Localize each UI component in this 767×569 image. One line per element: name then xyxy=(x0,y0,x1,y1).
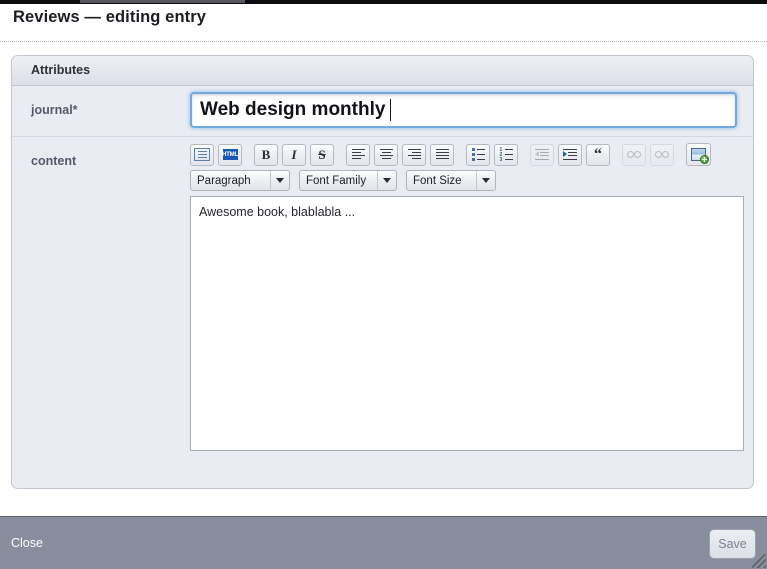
blockquote-icon[interactable]: “ xyxy=(586,143,610,166)
insert-image-icon[interactable] xyxy=(686,143,711,166)
source-view-icon[interactable] xyxy=(190,143,214,166)
bullet-list-glyph xyxy=(471,148,485,161)
outdent-glyph xyxy=(535,149,549,160)
form-row-content: content HTML B I S 1 2 3 “ Paragraph Fon… xyxy=(12,137,753,488)
font-family-select[interactable]: Font Family xyxy=(299,170,397,191)
editor-toolbar-selects: Paragraph Font Family Font Size xyxy=(190,170,744,191)
font-family-value: Font Family xyxy=(306,174,367,187)
chevron-down-icon xyxy=(476,171,495,190)
close-button[interactable]: Close xyxy=(11,536,43,550)
numbered-list-icon[interactable]: 1 2 3 xyxy=(494,143,518,166)
unlink-glyph xyxy=(655,150,669,159)
text-cursor xyxy=(390,99,391,121)
numbered-list-glyph: 1 2 3 xyxy=(499,148,513,163)
align-left-glyph xyxy=(351,149,365,160)
source-view-glyph xyxy=(194,148,210,161)
align-right-glyph xyxy=(407,149,421,160)
indent-icon[interactable] xyxy=(558,143,582,166)
font-size-select[interactable]: Font Size xyxy=(406,170,496,191)
window-chrome-strip xyxy=(0,0,767,4)
blockquote-glyph: “ xyxy=(594,145,602,163)
paragraph-format-select[interactable]: Paragraph xyxy=(190,170,290,191)
content-editor-body[interactable]: Awesome book, blablabla ... xyxy=(190,196,744,451)
form-row-journal: journal* xyxy=(12,86,753,137)
content-field-label: content xyxy=(31,154,77,168)
html-icon[interactable]: HTML xyxy=(218,143,242,166)
align-center-glyph xyxy=(379,149,393,160)
resize-grip[interactable] xyxy=(752,554,766,568)
align-center-icon[interactable] xyxy=(374,143,398,166)
strikethrough-glyph: S xyxy=(318,146,326,162)
paragraph-format-value: Paragraph xyxy=(197,174,251,187)
page-title: Reviews — editing entry xyxy=(13,8,207,26)
strikethrough-icon[interactable]: S xyxy=(310,143,334,166)
journal-input[interactable] xyxy=(190,92,737,128)
italic-glyph: I xyxy=(291,146,297,162)
font-size-value: Font Size xyxy=(413,174,462,187)
dialog-footer: Close Save xyxy=(0,516,767,569)
chevron-down-icon xyxy=(270,171,289,190)
align-left-icon[interactable] xyxy=(346,143,370,166)
attributes-panel-title: Attributes xyxy=(31,63,91,77)
unlink-icon[interactable] xyxy=(650,143,674,166)
indent-glyph xyxy=(563,149,577,160)
html-glyph: HTML xyxy=(222,149,238,160)
insert-image-glyph xyxy=(691,148,709,164)
bullet-list-icon[interactable] xyxy=(466,143,490,166)
align-right-icon[interactable] xyxy=(402,143,426,166)
journal-input-wrapper xyxy=(190,92,737,128)
dialog-body: Attributes journal* content HTML xyxy=(0,42,767,514)
attributes-panel: Attributes journal* content HTML xyxy=(11,55,754,489)
attributes-panel-header: Attributes xyxy=(12,56,753,86)
numbered-list-digit-3: 3 xyxy=(499,157,503,163)
chevron-down-icon xyxy=(377,171,396,190)
italic-icon[interactable]: I xyxy=(282,143,306,166)
align-justify-icon[interactable] xyxy=(430,143,454,166)
journal-field-label: journal* xyxy=(31,103,78,117)
align-justify-glyph xyxy=(435,149,449,160)
save-button[interactable]: Save xyxy=(709,529,756,559)
link-icon[interactable] xyxy=(622,143,646,166)
bold-icon[interactable]: B xyxy=(254,143,278,166)
link-glyph xyxy=(627,150,641,159)
bold-glyph: B xyxy=(261,146,271,162)
window-chrome-tab xyxy=(80,0,245,3)
rich-text-editor: HTML B I S 1 2 3 “ Paragraph Font Family… xyxy=(190,143,744,452)
outdent-icon[interactable] xyxy=(530,143,554,166)
editor-toolbar-icons: HTML B I S 1 2 3 “ xyxy=(190,143,744,166)
